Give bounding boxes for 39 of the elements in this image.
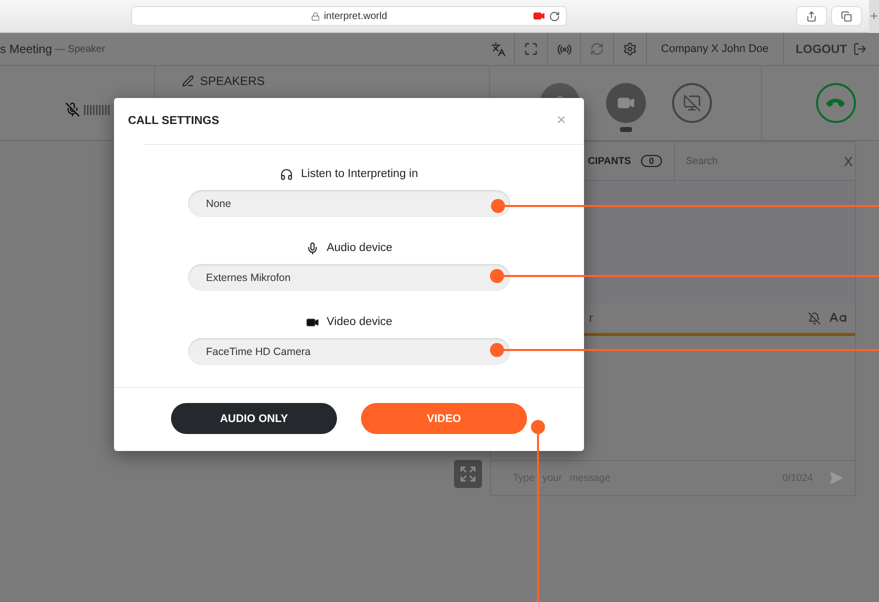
headphones-icon — [280, 168, 293, 181]
meeting-title: s Meeting — [0, 42, 52, 56]
camera-button[interactable] — [606, 82, 646, 122]
device-select[interactable]: Externes Mikrofon — [188, 264, 510, 291]
user-name: Company X John Doe — [646, 33, 783, 65]
role-label: — Speaker — [55, 44, 106, 54]
lock-icon — [310, 12, 320, 20]
new-tab-button[interactable] — [869, 0, 879, 32]
field-label: Video device — [326, 316, 392, 328]
participants-title: CIPANTS — [588, 156, 631, 166]
chat-title: r — [589, 311, 593, 325]
field-label: Listen to Interpreting in — [301, 168, 418, 180]
mute-bell-icon[interactable] — [808, 312, 821, 324]
device-select[interactable]: FaceTime HD Camera — [188, 338, 510, 365]
dialog-title: CALL SETTINGS — [128, 115, 220, 127]
expand-button[interactable] — [454, 460, 482, 488]
screen-share-off-button[interactable] — [672, 83, 712, 123]
camera-icon[interactable] — [533, 10, 545, 22]
muted-icon[interactable] — [65, 102, 80, 117]
screen-off-icon — [682, 94, 700, 112]
share-button[interactable] — [797, 7, 826, 25]
tabs-icon — [841, 10, 852, 22]
participants-count: 0 — [640, 155, 662, 167]
reload-icon[interactable] — [549, 10, 560, 22]
expand-icon — [459, 465, 477, 483]
field-label: Audio device — [326, 242, 392, 254]
hang-up-button[interactable] — [816, 83, 856, 123]
address-bar[interactable]: interpret.world — [132, 7, 566, 25]
plus-icon — [869, 11, 879, 21]
logout-icon — [853, 42, 867, 56]
share-icon — [806, 10, 817, 22]
level-meter-icon — [84, 104, 112, 114]
camera-icon — [306, 316, 319, 329]
device-select[interactable]: None — [188, 190, 510, 217]
audio-only-button[interactable]: AUDIO ONLY — [171, 403, 337, 434]
indicator-icon — [620, 126, 632, 132]
tabs-button[interactable] — [832, 7, 861, 25]
url-text: interpret.world — [324, 10, 388, 22]
speakers-label: SPEAKERS — [200, 74, 265, 88]
